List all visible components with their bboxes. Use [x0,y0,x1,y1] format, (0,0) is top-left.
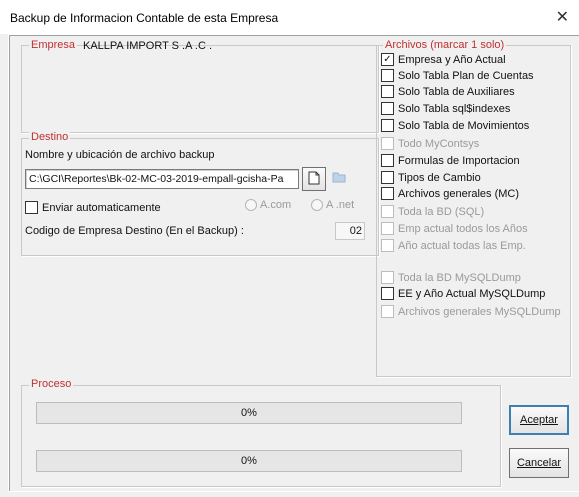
cancelar-button[interactable]: Cancelar [509,448,569,478]
archivos-option-label: Archivos generales MySQLDump [398,305,561,318]
progress-bar-2: 0% [36,450,462,472]
archivos-option-label: Todo MyContsys [398,137,480,150]
radio-a-net[interactable]: A .net [311,199,354,211]
aceptar-button[interactable]: Aceptar [509,405,569,435]
empresa-value: KALLPA IMPORT S .A .C . [83,40,212,52]
close-icon[interactable]: ✕ [556,7,569,27]
archivos-option-label: Empresa y Año Actual [398,53,506,66]
archivos-option-6[interactable]: Formulas de Importacion [381,154,520,167]
document-icon [308,171,320,188]
checkbox-box [381,69,394,82]
destino-label: Destino [29,131,71,143]
archivos-option-label: Solo Tabla Plan de Cuentas [398,69,534,82]
checkbox-box [381,154,394,167]
checkbox-box [381,222,394,235]
archivos-option-10: Emp actual todos los Años [381,222,528,235]
checkbox-box: ✓ [381,53,394,66]
folder-icon [332,171,346,186]
archivos-option-label: Solo Tabla de Movimientos [398,119,530,132]
checkbox-box [381,102,394,115]
archivos-option-12: Toda la BD MySQLDump [381,271,521,284]
progress-bar-2-text: 0% [241,455,257,467]
checkbox-box [381,239,394,252]
archivos-option-label: Formulas de Importacion [398,154,520,167]
archivos-option-label: Emp actual todos los Años [398,222,528,235]
archivos-option-label: Año actual todas las Emp. [398,239,526,252]
codigo-empresa-label: Codigo de Empresa Destino (En el Backup)… [25,225,244,237]
archivos-option-1[interactable]: Solo Tabla Plan de Cuentas [381,69,534,82]
progress-bar-1-text: 0% [241,407,257,419]
archivos-option-2[interactable]: Solo Tabla de Auxiliares [381,85,515,98]
archivos-option-label: Solo Tabla sql$indexes [398,102,511,115]
checkbox-box [381,119,394,132]
archivos-option-label: EE y Año Actual MySQLDump [398,287,546,300]
archivos-option-5: Todo MyContsys [381,137,479,150]
radio-a-com[interactable]: A.com [245,199,291,211]
browse-file-button[interactable] [302,167,326,191]
archivos-option-label: Toda la BD MySQLDump [398,271,521,284]
title-bar: Backup de Informacion Contable de esta E… [0,0,579,34]
archivos-option-9: Toda la BD (SQL) [381,205,484,218]
archivos-option-label: Tipos de Cambio [398,171,481,184]
window-title: Backup de Informacion Contable de esta E… [10,11,279,25]
checkbox-box [381,287,394,300]
archivos-option-label: Toda la BD (SQL) [398,205,485,218]
dialog-client-area: Empresa KALLPA IMPORT S .A .C . Destino … [8,34,579,492]
backup-file-path-input[interactable]: C:\GCI\Reportes\Bk-02-MC-03-2019-empall-… [25,169,299,189]
archivos-option-4[interactable]: Solo Tabla de Movimientos [381,119,529,132]
archivos-option-3[interactable]: Solo Tabla sql$indexes [381,102,510,115]
checkbox-box [381,305,394,318]
archivos-option-7[interactable]: Tipos de Cambio [381,171,481,184]
backup-dialog: Backup de Informacion Contable de esta E… [0,0,579,497]
archivos-option-13[interactable]: EE y Año Actual MySQLDump [381,287,545,300]
checkbox-box [381,85,394,98]
empresa-group [21,45,379,133]
checkbox-box [381,171,394,184]
checkbox-box [381,137,394,150]
codigo-empresa-input[interactable]: 02 [335,222,365,240]
checkbox-box [381,271,394,284]
checkbox-box [381,205,394,218]
archivos-option-label: Solo Tabla de Auxiliares [398,85,515,98]
enviar-automaticamente-checkbox[interactable]: Enviar automaticamente [25,201,161,214]
empresa-label: Empresa [29,39,78,51]
archivos-option-8[interactable]: Archivos generales (MC) [381,187,519,200]
checkbox-box [381,187,394,200]
archivos-option-14: Archivos generales MySQLDump [381,305,561,318]
archivos-label: Archivos (marcar 1 solo) [383,39,507,51]
archivos-option-11: Año actual todas las Emp. [381,239,526,252]
archivos-option-0[interactable]: ✓ Empresa y Año Actual [381,53,506,66]
proceso-label: Proceso [29,378,74,390]
progress-bar-1: 0% [36,402,462,424]
archivos-option-label: Archivos generales (MC) [398,187,520,200]
file-name-label: Nombre y ubicación de archivo backup [25,149,215,161]
